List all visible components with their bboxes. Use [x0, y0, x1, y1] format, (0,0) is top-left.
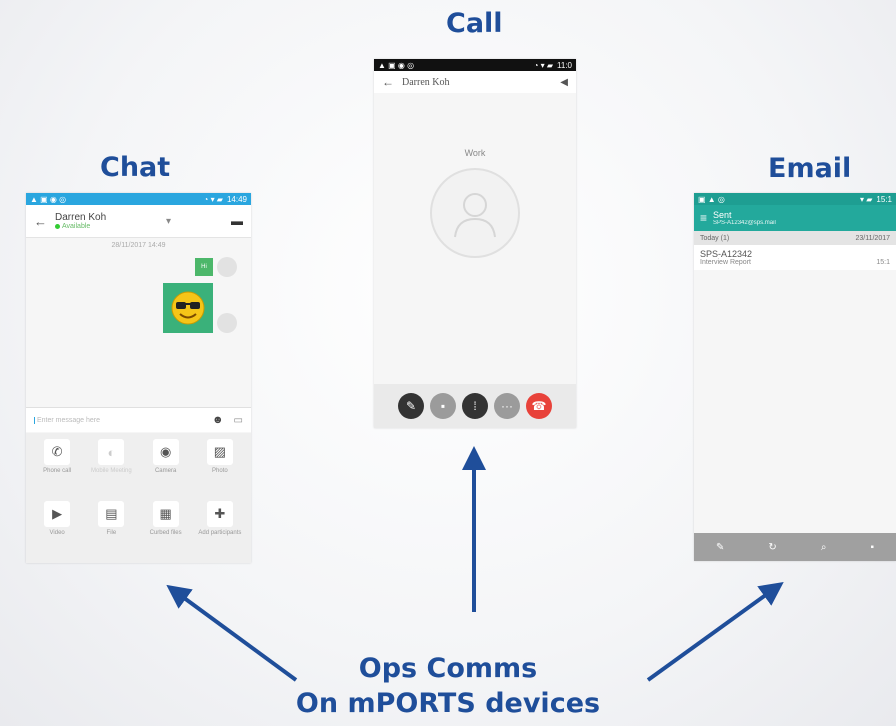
caption-line-1: Ops Comms — [358, 653, 538, 684]
arrows-diagram — [166, 446, 784, 682]
caption-line-2: On mPORTS devices — [295, 688, 601, 719]
